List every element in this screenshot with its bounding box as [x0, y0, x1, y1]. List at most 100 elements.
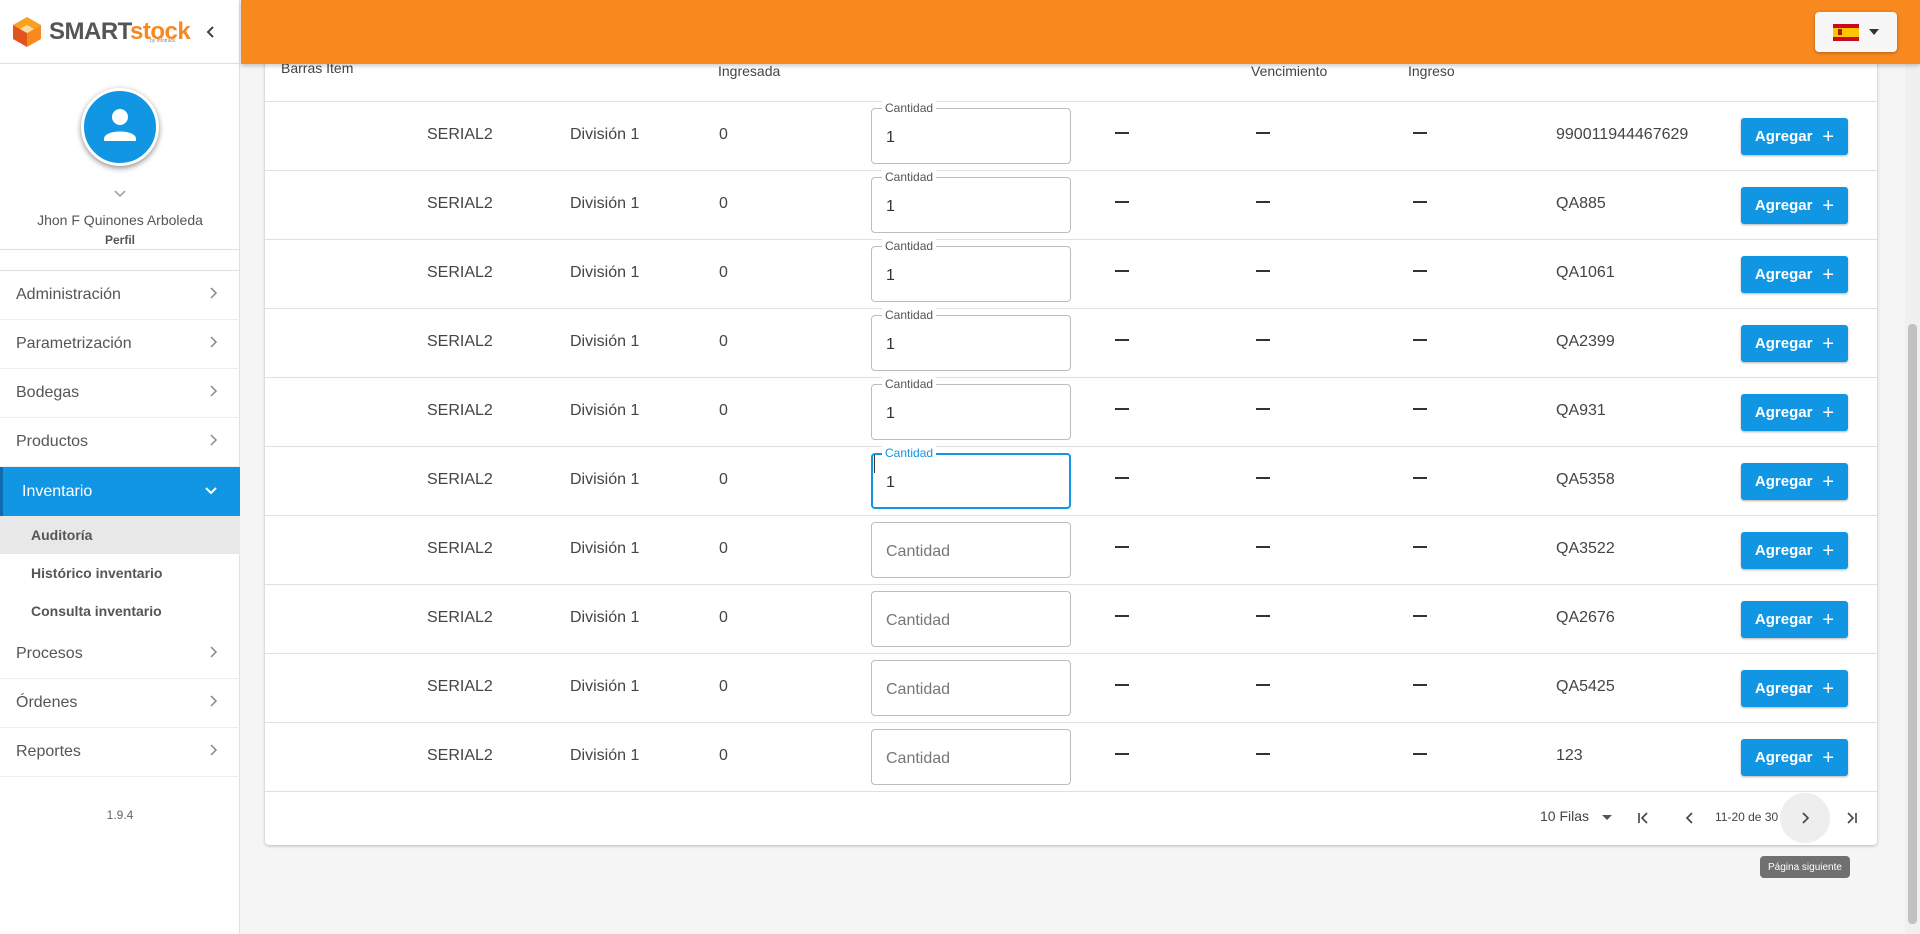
quantity-field[interactable]: Cantidad 1	[871, 239, 1071, 302]
plus-icon: +	[1822, 539, 1835, 562]
add-button[interactable]: Agregar +	[1741, 601, 1848, 638]
user-role[interactable]: Perfil	[0, 233, 240, 247]
header-vencimiento: Vencimiento	[1251, 63, 1328, 79]
quantity-field[interactable]: Cantidad	[871, 729, 1071, 785]
menu-label: Bodegas	[16, 384, 80, 401]
add-button[interactable]: Agregar +	[1741, 532, 1848, 569]
cell-ingresada: 0	[719, 126, 728, 143]
sidebar-item-reportes[interactable]: Reportes	[0, 728, 240, 777]
add-button[interactable]: Agregar +	[1741, 463, 1848, 500]
last-page-icon	[1847, 812, 1857, 824]
scroll-thumb[interactable]	[1908, 324, 1917, 924]
qty-label: Cantidad	[882, 377, 937, 391]
add-button[interactable]: Agregar +	[1741, 187, 1848, 224]
add-button[interactable]: Agregar +	[1741, 394, 1848, 431]
chevron-right-icon	[208, 743, 218, 762]
language-selector[interactable]	[1815, 12, 1897, 52]
menu-label: Administración	[16, 286, 121, 303]
rows-per-page-select[interactable]: 10 Filas	[1540, 808, 1589, 824]
qty-value: 1	[886, 198, 895, 215]
quantity-field[interactable]: Cantidad	[871, 660, 1071, 716]
add-label: Agregar	[1754, 680, 1813, 697]
cell-ingresada: 0	[719, 678, 728, 695]
chevron-right-icon	[208, 694, 218, 713]
plus-icon: +	[1822, 746, 1835, 769]
ingreso-empty-dash	[1413, 753, 1427, 755]
quantity-field[interactable]: Cantidad 1	[871, 308, 1071, 371]
cell-ingresada: 0	[719, 609, 728, 626]
cell-division: División 1	[570, 264, 640, 281]
quantity-field[interactable]: Cantidad	[871, 522, 1071, 578]
first-page-button[interactable]	[1630, 805, 1656, 831]
lote-empty-dash	[1115, 684, 1129, 686]
add-button[interactable]: Agregar +	[1741, 118, 1848, 155]
cell-division: División 1	[570, 195, 640, 212]
prev-page-button[interactable]	[1677, 805, 1703, 831]
last-page-button[interactable]	[1839, 805, 1865, 831]
sidebar-item-procesos[interactable]: Procesos	[0, 630, 240, 679]
cell-division: División 1	[570, 333, 640, 350]
chevron-down-icon[interactable]	[112, 186, 128, 204]
lote-empty-dash	[1115, 408, 1129, 410]
collapse-sidebar-button[interactable]	[201, 22, 221, 42]
menu-label: Órdenes	[16, 694, 78, 711]
qty-label: Cantidad	[882, 239, 937, 253]
avatar[interactable]	[81, 88, 159, 166]
user-name: Jhon F Quinones Arboleda	[37, 212, 203, 228]
next-page-button[interactable]	[1792, 805, 1818, 831]
cell-serial: QA885	[1556, 195, 1606, 212]
ingreso-empty-dash	[1413, 132, 1427, 134]
cell-serial: QA931	[1556, 402, 1606, 419]
cell-ingresada: 0	[719, 540, 728, 557]
cell-item: SERIAL2	[427, 333, 493, 350]
sidebar: SMARTstock by infotrack Jhon F Quinones …	[0, 0, 240, 934]
lote-empty-dash	[1115, 546, 1129, 548]
quantity-field[interactable]: Cantidad 1	[871, 101, 1071, 164]
sidebar-subitem-historico[interactable]: Histórico inventario	[0, 554, 240, 592]
header-ingreso: Ingreso	[1408, 63, 1455, 79]
cell-item: SERIAL2	[427, 471, 493, 488]
quantity-field[interactable]: Cantidad 1	[871, 446, 1071, 509]
table-row: SERIAL2 División 1 0 Cantidad QA2676 Agregar +	[265, 585, 1877, 654]
lote-empty-dash	[1115, 477, 1129, 479]
sidebar-item-productos[interactable]: Productos	[0, 418, 240, 467]
cell-serial: QA2399	[1556, 333, 1615, 350]
sidebar-menu: Administración Parametrización Bodegas P…	[0, 270, 240, 777]
add-button[interactable]: Agregar +	[1741, 670, 1848, 707]
add-button[interactable]: Agregar +	[1741, 325, 1848, 362]
sidebar-item-bodegas[interactable]: Bodegas	[0, 369, 240, 418]
sidebar-subitem-auditoria[interactable]: Auditoría	[0, 516, 240, 554]
ingreso-empty-dash	[1413, 684, 1427, 686]
sidebar-item-parametrizacion[interactable]: Parametrización	[0, 320, 240, 369]
ingreso-empty-dash	[1413, 201, 1427, 203]
table-row: SERIAL2 División 1 0 Cantidad 1 QA885 Agregar +	[265, 170, 1877, 240]
chevron-right-icon	[208, 335, 218, 354]
vencimiento-empty-dash	[1256, 615, 1270, 617]
cell-serial: QA3522	[1556, 540, 1615, 557]
chevron-right-icon	[208, 384, 218, 403]
quantity-field[interactable]: Cantidad	[871, 591, 1071, 647]
vencimiento-empty-dash	[1256, 753, 1270, 755]
add-button[interactable]: Agregar +	[1741, 256, 1848, 293]
sidebar-item-inventario[interactable]: Inventario	[0, 467, 240, 516]
cell-item: SERIAL2	[427, 678, 493, 695]
cell-division: División 1	[570, 609, 640, 626]
sidebar-item-administracion[interactable]: Administración	[0, 271, 240, 320]
qty-label: Cantidad	[882, 308, 937, 322]
cell-serial: 123	[1556, 747, 1583, 764]
text-cursor	[874, 455, 875, 473]
sidebar-item-ordenes[interactable]: Órdenes	[0, 679, 240, 728]
quantity-field[interactable]: Cantidad 1	[871, 170, 1071, 233]
cell-ingresada: 0	[719, 402, 728, 419]
page-scrollbar[interactable]	[1905, 64, 1920, 934]
sidebar-subitem-consulta[interactable]: Consulta inventario	[0, 592, 240, 630]
quantity-field[interactable]: Cantidad 1	[871, 377, 1071, 440]
add-button[interactable]: Agregar +	[1741, 739, 1848, 776]
plus-icon: +	[1822, 470, 1835, 493]
chevron-right-icon	[208, 433, 218, 452]
top-bar	[241, 0, 1920, 64]
chevron-right-icon	[1802, 812, 1810, 824]
audit-table-card: Barras Ítem Ítem División Ingresada Cant…	[265, 40, 1877, 845]
vencimiento-empty-dash	[1256, 270, 1270, 272]
cell-serial: QA1061	[1556, 264, 1615, 281]
